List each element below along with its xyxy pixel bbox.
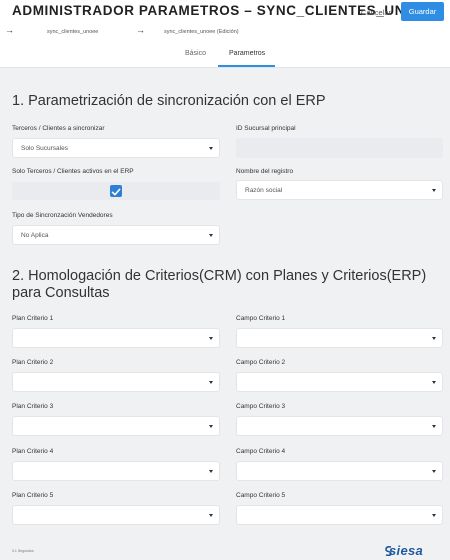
- campo-criterio-label: Campo Criterio 4: [236, 448, 286, 455]
- caret-down-icon: [209, 337, 213, 340]
- id-sucursal-input[interactable]: [236, 138, 443, 158]
- solo-activos-checkbox[interactable]: [110, 185, 122, 197]
- siesa-logo: siesa: [389, 543, 424, 558]
- solo-activos-label: Solo Terceros / Clientes activos en el E…: [12, 168, 134, 175]
- tipo-sinc-label: Tipo de Sincronzación Vendedores: [12, 212, 113, 219]
- arrow-right-icon: →: [136, 25, 145, 35]
- breadcrumb-item[interactable]: sync_clientes_unoee (Edición): [164, 29, 239, 35]
- id-sucursal-label: ID Sucursal principal: [236, 125, 296, 132]
- caret-down-icon: [432, 337, 436, 340]
- plan-criterio-label: Plan Criterio 2: [12, 359, 54, 366]
- caret-down-icon: [432, 425, 436, 428]
- save-button[interactable]: Guardar: [401, 2, 444, 21]
- campo-criterio-label: Campo Criterio 3: [236, 403, 286, 410]
- breadcrumb: → sync_clientes_unoee → sync_clientes_un…: [0, 24, 450, 40]
- active-tab-indicator: [218, 65, 275, 67]
- plan-criterio-label: Plan Criterio 1: [12, 315, 54, 322]
- nombre-registro-select-value: Razón social: [245, 186, 283, 194]
- plan-criterio-select[interactable]: [12, 505, 220, 525]
- plan-criterio-select[interactable]: [12, 416, 220, 436]
- campo-criterio-label: Campo Criterio 2: [236, 359, 286, 366]
- breadcrumb-item[interactable]: sync_clientes_unoee: [47, 29, 98, 35]
- plan-criterio-select[interactable]: [12, 372, 220, 392]
- campo-criterio-label: Campo Criterio 5: [236, 492, 286, 499]
- caret-down-icon: [432, 514, 436, 517]
- caret-down-icon: [209, 470, 213, 473]
- tab-basico[interactable]: Básico: [185, 50, 206, 57]
- caret-down-icon: [209, 147, 213, 150]
- plan-criterio-label: Plan Criterio 3: [12, 403, 54, 410]
- caret-down-icon: [432, 381, 436, 384]
- plan-criterio-label: Plan Criterio 4: [12, 448, 54, 455]
- campo-criterio-select[interactable]: [236, 328, 443, 348]
- caret-down-icon: [209, 234, 213, 237]
- campo-criterio-label: Campo Criterio 1: [236, 315, 286, 322]
- tab-bar: Básico Parametros: [0, 40, 450, 68]
- header-bar: ADMINISTRADOR PARAMETROS – SYNC_CLIENTES…: [0, 0, 450, 24]
- campo-criterio-select[interactable]: [236, 372, 443, 392]
- caret-down-icon: [209, 381, 213, 384]
- terceros-select[interactable]: Solo Sucursales: [12, 138, 220, 158]
- nombre-registro-select[interactable]: Razón social: [236, 180, 443, 200]
- caret-down-icon: [432, 189, 436, 192]
- tab-parametros[interactable]: Parametros: [229, 50, 265, 57]
- tipo-sinc-select-value: No Aplica: [21, 231, 49, 239]
- caret-down-icon: [209, 514, 213, 517]
- nombre-registro-label: Nombre del registro: [236, 168, 294, 175]
- campo-criterio-select[interactable]: [236, 416, 443, 436]
- plan-criterio-label: Plan Criterio 5: [12, 492, 54, 499]
- campo-criterio-select[interactable]: [236, 461, 443, 481]
- caret-down-icon: [209, 425, 213, 428]
- plan-criterio-select[interactable]: [12, 328, 220, 348]
- cancel-button[interactable]: Cancelar: [361, 4, 391, 20]
- section-2-title: 2. Homologación de Criterios(CRM) con Pl…: [12, 268, 427, 301]
- section-1-title: 1. Parametrización de sincronización con…: [12, 93, 326, 109]
- caret-down-icon: [432, 470, 436, 473]
- terceros-select-value: Solo Sucursales: [21, 144, 68, 152]
- arrow-right-icon: →: [5, 25, 14, 35]
- plan-criterio-select[interactable]: [12, 461, 220, 481]
- check-icon: [111, 188, 121, 196]
- load-time-text: 0.1 Segundos: [12, 549, 34, 553]
- terceros-label: Terceros / Clientes a sincronizar: [12, 125, 105, 132]
- tipo-sinc-select[interactable]: No Aplica: [12, 225, 220, 245]
- campo-criterio-select[interactable]: [236, 505, 443, 525]
